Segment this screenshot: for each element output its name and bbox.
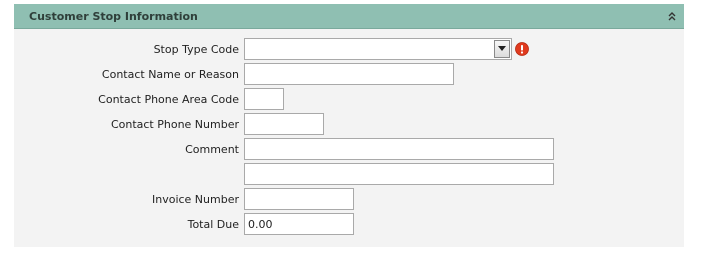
panel-header: Customer Stop Information: [14, 4, 684, 29]
panel-title: Customer Stop Information: [29, 10, 198, 23]
phone-number-label: Contact Phone Number: [110, 118, 239, 131]
chevron-down-icon: [498, 46, 506, 51]
invoice-number-input[interactable]: [244, 188, 354, 210]
error-exclamation-icon: [515, 42, 529, 56]
total-due-input[interactable]: [244, 213, 354, 235]
comment-label: Comment: [185, 143, 239, 156]
stop-type-code-select[interactable]: [244, 38, 512, 60]
phone-area-code-label: Contact Phone Area Code: [98, 93, 239, 106]
double-chevron-up-icon[interactable]: [666, 9, 678, 23]
customer-stop-panel: Customer Stop Information Stop Type Code: [14, 4, 684, 247]
dropdown-button[interactable]: [494, 40, 510, 58]
stop-type-code-label: Stop Type Code: [153, 43, 239, 56]
phone-number-input[interactable]: [244, 113, 324, 135]
total-due-label: Total Due: [187, 218, 239, 231]
invoice-number-label: Invoice Number: [151, 193, 239, 206]
comment-input-line-2[interactable]: [244, 163, 554, 185]
comment-input-line-1[interactable]: [244, 138, 554, 160]
phone-area-code-input[interactable]: [244, 88, 284, 110]
contact-name-input[interactable]: [244, 63, 454, 85]
contact-name-label: Contact Name or Reason: [101, 68, 239, 81]
